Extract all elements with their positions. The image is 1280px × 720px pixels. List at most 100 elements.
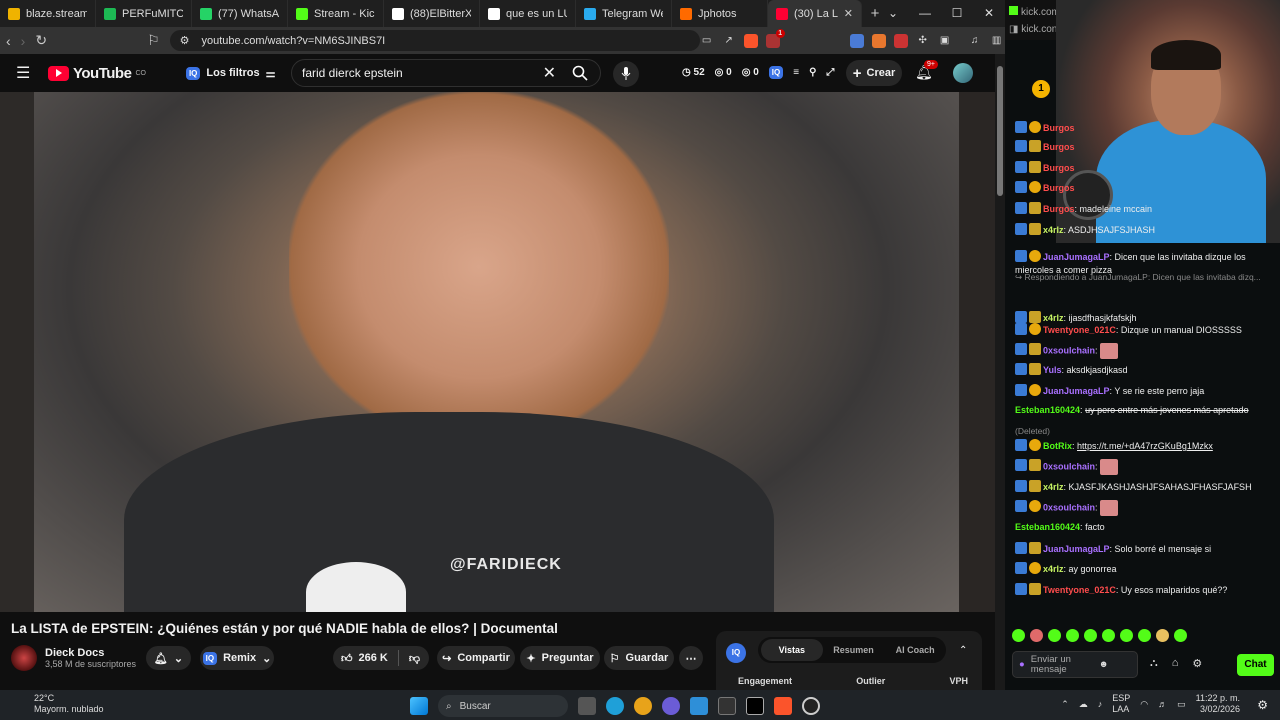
browser-tab[interactable]: blaze.stream/stre [0, 0, 96, 27]
pin-icon[interactable]: ⚲ [809, 67, 816, 78]
back-icon[interactable]: ‹ [6, 33, 11, 49]
chat-username[interactable]: Yuls [1043, 365, 1062, 375]
browser-tab[interactable]: (77) WhatsApp [192, 0, 288, 27]
channel-avatar[interactable] [11, 645, 37, 671]
channel-name[interactable]: Dieck Docs [45, 647, 136, 659]
search-box[interactable]: farid dierck epstein ✕ [291, 59, 601, 87]
page-scrollbar[interactable] [995, 54, 1005, 690]
chat-username[interactable]: Burgos [1043, 142, 1075, 152]
windows-start-icon[interactable] [410, 697, 428, 715]
puzzle-icon[interactable]: ✣ [916, 34, 930, 48]
chat-username[interactable]: Twentyone_021C [1043, 585, 1116, 595]
brave-rewards-icon[interactable]: 1 [765, 28, 785, 48]
chat-username[interactable]: Twentyone_021C [1043, 325, 1116, 335]
url-field[interactable]: ⚙ youtube.com/watch?v=NM6SJINBS7I [169, 30, 700, 51]
like-icon[interactable]: 👍︎ [341, 652, 353, 665]
volume-icon[interactable]: ♬ [1158, 699, 1167, 709]
users-icon[interactable]: ⛬ [1150, 657, 1158, 670]
emote-icon[interactable] [1174, 629, 1187, 642]
like-count[interactable]: 266 K [359, 652, 388, 664]
create-button[interactable]: + Crear [846, 60, 902, 86]
chat-username[interactable]: Burgos [1043, 183, 1075, 193]
reload-icon[interactable]: ↻ [35, 32, 47, 49]
iq-icon[interactable]: IQ [768, 66, 784, 79]
share-button[interactable]: ↪ Compartir [437, 646, 515, 670]
browser-tab[interactable]: que es un LUSH [480, 0, 576, 27]
more-actions-button[interactable]: ⋯ [679, 646, 703, 670]
copilot-icon[interactable] [662, 697, 680, 715]
search-input[interactable]: farid dierck epstein [302, 66, 403, 80]
emote-icon[interactable] [1156, 629, 1169, 642]
notification-center-icon[interactable]: ⚙ [1257, 698, 1268, 712]
chat-username[interactable]: x4rlz [1043, 225, 1064, 235]
chevron-up-icon[interactable]: ⌃ [959, 645, 967, 656]
clock[interactable]: 11:22 p. m. 3/02/2026 [1196, 693, 1240, 715]
browser-tab[interactable]: PERFuMITO N [96, 0, 192, 27]
emote-icon[interactable] [1138, 629, 1151, 642]
screen-icon[interactable]: ▭ [700, 34, 714, 48]
browser-tab[interactable]: Stream - Kick Da [288, 0, 384, 27]
account-avatar[interactable] [953, 63, 973, 83]
subscribe-bell-button[interactable]: 🔔︎ ⌄ [146, 646, 191, 670]
edge-icon[interactable] [606, 697, 624, 715]
browser-tab[interactable]: Jphotos [672, 0, 768, 27]
chat-text[interactable]: https://t.me/+dA47rzGKuBg1Mzkx [1077, 441, 1213, 451]
onedrive-icon[interactable]: ☁ [1079, 699, 1088, 710]
translate-icon[interactable] [849, 33, 864, 48]
chevron-up-icon[interactable]: ⌃ [1061, 699, 1069, 710]
window-icon[interactable]: ▣ [938, 34, 952, 48]
emote-icon[interactable] [1066, 629, 1079, 642]
weather-widget[interactable]: 22°C Mayorm. nublado [8, 693, 104, 715]
search-button[interactable] [560, 60, 600, 86]
chat-username[interactable]: 0xsoulchain [1043, 502, 1095, 512]
expand-icon[interactable]: ⤢ [826, 67, 834, 78]
chrome-icon[interactable] [634, 697, 652, 715]
emote-icon[interactable] [1012, 629, 1025, 642]
tab-vistas[interactable]: Vistas [761, 639, 823, 661]
minimize-icon[interactable]: — [909, 0, 941, 27]
sidebar-icon[interactable]: ▥ [990, 34, 1004, 48]
share-icon[interactable]: ↗ [722, 34, 736, 48]
list-icon[interactable]: ≡ [793, 67, 799, 78]
m-icon[interactable] [893, 33, 908, 48]
settings-gear-icon[interactable]: ⚙ [1192, 657, 1202, 670]
tab-resumen[interactable]: Resumen [823, 645, 885, 655]
store-icon[interactable] [690, 697, 708, 715]
chat-username[interactable]: JuanJumagaLP [1043, 544, 1110, 554]
video-player[interactable]: @FARIDIECK [34, 92, 959, 612]
capcut-icon[interactable] [746, 697, 764, 715]
browser-tab[interactable]: Telegram Web [576, 0, 672, 27]
music-icon[interactable]: ♫ [968, 34, 982, 48]
mic-icon[interactable]: ♪ [1098, 699, 1103, 709]
brave-shield-icon[interactable] [743, 33, 758, 48]
chat-username[interactable]: Burgos [1043, 163, 1075, 173]
forward-icon[interactable]: › [21, 33, 26, 49]
browser-tab[interactable]: (88)ElBitterX (@e [384, 0, 480, 27]
language-indicator[interactable]: ESP LAA [1112, 693, 1130, 715]
chat-username[interactable]: Esteban160424 [1015, 522, 1080, 532]
chat-username[interactable]: BotRix [1043, 441, 1072, 451]
chat-username[interactable]: Burgos [1043, 123, 1075, 133]
chat-username[interactable]: x4rlz [1043, 482, 1064, 492]
coin-badge[interactable]: 1 [1032, 80, 1050, 98]
youtube-logo[interactable]: YouTube CO [48, 65, 146, 82]
microphone-icon[interactable]: ● [1019, 659, 1025, 670]
chat-send-button[interactable]: Chat [1237, 654, 1274, 676]
task-view-icon[interactable] [578, 697, 596, 715]
dislike-icon[interactable]: 👎︎ [409, 652, 420, 665]
fox-icon[interactable] [871, 33, 886, 48]
bookmark-icon[interactable]: ⚐ [147, 32, 160, 49]
emote-icon[interactable] [1084, 629, 1097, 642]
chat-username[interactable]: JuanJumagaLP [1043, 386, 1110, 396]
ask-button[interactable]: ✦ Preguntar [520, 646, 600, 670]
emote-icon[interactable] [1102, 629, 1115, 642]
emote-icon[interactable] [1120, 629, 1133, 642]
tab-ai-coach[interactable]: AI Coach [884, 645, 946, 655]
emoji-icon[interactable]: ☻ [1099, 659, 1109, 670]
store-icon[interactable]: ⌂ [1172, 657, 1179, 670]
hamburger-menu-icon[interactable]: ☰ [16, 63, 38, 83]
emote-icon[interactable] [1048, 629, 1061, 642]
emote-icon[interactable] [1030, 629, 1043, 642]
wifi-icon[interactable]: ◠ [1140, 699, 1148, 710]
kick-url-text-2[interactable]: kick.con [1021, 24, 1057, 35]
